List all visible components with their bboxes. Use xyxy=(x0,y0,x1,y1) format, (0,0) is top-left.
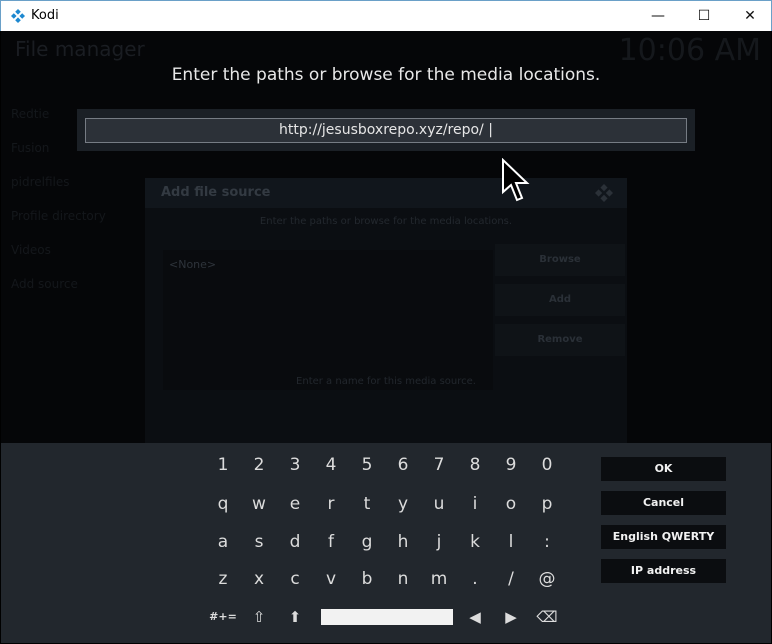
dialog-subtitle: Enter the paths or browse for the media … xyxy=(259,216,513,227)
key[interactable]: 2 xyxy=(244,451,274,479)
key[interactable]: 1 xyxy=(208,451,238,479)
key[interactable]: s xyxy=(244,528,274,556)
name-prompt: Enter a name for this media source. xyxy=(296,376,476,387)
key[interactable]: 5 xyxy=(352,451,382,479)
key[interactable]: j xyxy=(424,528,454,556)
key[interactable]: u xyxy=(424,490,454,518)
key[interactable]: e xyxy=(280,490,310,518)
ok-button[interactable]: OK xyxy=(601,457,726,481)
key[interactable]: q xyxy=(208,490,238,518)
sidebar-item: Profile directory xyxy=(11,209,106,223)
keyboard-layout-button[interactable]: English QWERTY xyxy=(601,525,726,549)
key[interactable]: 6 xyxy=(388,451,418,479)
maximize-button[interactable]: ☐ xyxy=(681,1,727,31)
kodi-logo-icon xyxy=(11,9,25,23)
space-bar[interactable] xyxy=(321,609,453,625)
key[interactable]: a xyxy=(208,528,238,556)
sidebar-item: pidrelfiles xyxy=(11,175,70,189)
key[interactable]: 4 xyxy=(316,451,346,479)
key[interactable]: / xyxy=(496,565,526,593)
sidebar-item: Videos xyxy=(11,243,51,257)
key[interactable]: 9 xyxy=(496,451,526,479)
window-title: Kodi xyxy=(31,8,59,23)
clock: 10:06 AM xyxy=(618,33,761,68)
key[interactable]: v xyxy=(316,565,346,593)
minimize-icon: — xyxy=(651,8,665,24)
path-input[interactable]: http://jesusboxrepo.xyz/repo/ | xyxy=(85,118,687,143)
key[interactable]: o xyxy=(496,490,526,518)
onscreen-keyboard: 1 2 3 4 5 6 7 8 9 0 q w e r t y u i o p … xyxy=(1,443,771,643)
key[interactable]: w xyxy=(244,490,274,518)
backspace-icon[interactable]: ⌫ xyxy=(532,603,562,631)
key[interactable]: l xyxy=(496,528,526,556)
key[interactable]: x xyxy=(244,565,274,593)
kodi-content: File manager 10:06 AM Redtie Fusion pidr… xyxy=(1,31,771,643)
key[interactable]: : xyxy=(532,528,562,556)
key[interactable]: i xyxy=(460,490,490,518)
key[interactable]: t xyxy=(352,490,382,518)
key[interactable]: h xyxy=(388,528,418,556)
key[interactable]: 7 xyxy=(424,451,454,479)
add-button: Add xyxy=(495,284,625,316)
key[interactable]: . xyxy=(460,565,490,593)
window-titlebar: Kodi — ☐ ✕ xyxy=(0,0,772,31)
symbols-key-icon[interactable]: #+= xyxy=(208,603,238,631)
minimize-button[interactable]: — xyxy=(635,1,681,31)
list-item: <None> xyxy=(169,258,217,271)
key[interactable]: 3 xyxy=(280,451,310,479)
cursor-right-icon[interactable]: ▶ xyxy=(496,603,526,631)
add-source-dialog: Add file source Enter the paths or brows… xyxy=(145,178,627,458)
source-path-list: <None> xyxy=(163,250,493,390)
page-title: File manager xyxy=(15,37,145,61)
close-button[interactable]: ✕ xyxy=(727,1,772,31)
mouse-pointer-icon xyxy=(502,158,530,202)
remove-button: Remove xyxy=(495,324,625,356)
shift-key-icon[interactable]: ⬆ xyxy=(280,603,310,631)
key[interactable]: 0 xyxy=(532,451,562,479)
sidebar-item: Add source xyxy=(11,277,78,291)
key[interactable]: 8 xyxy=(460,451,490,479)
maximize-icon: ☐ xyxy=(697,8,711,24)
dialog-title: Add file source xyxy=(161,185,271,200)
browse-button: Browse xyxy=(495,244,625,276)
key[interactable]: z xyxy=(208,565,238,593)
close-icon: ✕ xyxy=(744,8,756,24)
cancel-button[interactable]: Cancel xyxy=(601,491,726,515)
cursor-left-icon[interactable]: ◀ xyxy=(460,603,490,631)
dialog-header: Add file source xyxy=(145,178,627,208)
key[interactable]: b xyxy=(352,565,382,593)
caps-lock-key-icon[interactable]: ⇧ xyxy=(244,603,274,631)
ip-address-button[interactable]: IP address xyxy=(601,559,726,583)
key[interactable]: c xyxy=(280,565,310,593)
key[interactable]: r xyxy=(316,490,346,518)
key[interactable]: d xyxy=(280,528,310,556)
key[interactable]: f xyxy=(316,528,346,556)
kodi-logo-icon xyxy=(595,184,613,202)
prompt-heading: Enter the paths or browse for the media … xyxy=(171,65,601,85)
key[interactable]: n xyxy=(388,565,418,593)
key[interactable]: g xyxy=(352,528,382,556)
key[interactable]: y xyxy=(388,490,418,518)
key[interactable]: m xyxy=(424,565,454,593)
key[interactable]: @ xyxy=(532,565,562,593)
key[interactable]: k xyxy=(460,528,490,556)
input-panel: http://jesusboxrepo.xyz/repo/ | xyxy=(77,109,695,151)
key[interactable]: p xyxy=(532,490,562,518)
